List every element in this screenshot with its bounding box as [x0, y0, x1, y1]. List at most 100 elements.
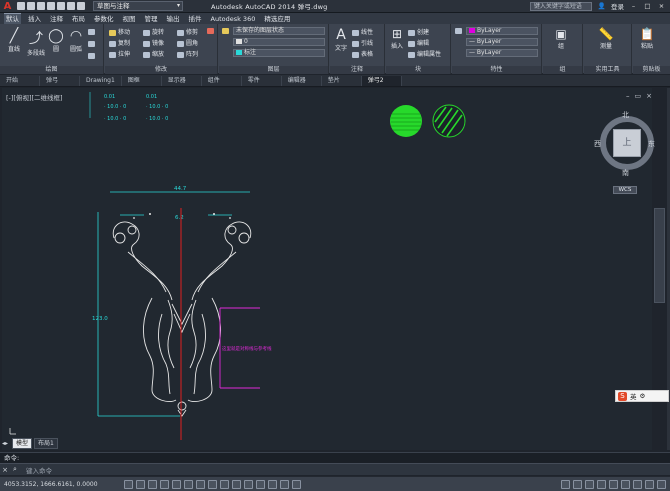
close-button[interactable]: ×: [657, 2, 666, 11]
selection-cycling-icon[interactable]: [280, 479, 289, 489]
modify-panel-label[interactable]: 修改: [105, 66, 217, 74]
copy-button[interactable]: 复制: [109, 38, 130, 47]
hatch-sample-solid[interactable]: [390, 105, 422, 137]
rotate-button[interactable]: 旋转: [143, 27, 164, 36]
stretch-button[interactable]: 拉伸: [109, 49, 130, 58]
edit-block-button[interactable]: 编辑: [408, 38, 429, 47]
clean-screen-icon[interactable]: [657, 479, 666, 489]
group-button[interactable]: ▣ 组: [553, 27, 569, 50]
tab-view[interactable]: 视图: [121, 14, 138, 24]
workspace-select[interactable]: 草图与注释: [93, 1, 183, 11]
arc-button[interactable]: ◠ 圆弧: [66, 28, 86, 53]
paste-button[interactable]: 📋 粘贴: [639, 27, 655, 50]
leader-button[interactable]: 引线: [352, 38, 373, 47]
viewcube-top-face[interactable]: 上: [613, 129, 641, 157]
viewport-restore-button[interactable]: ▭: [635, 92, 642, 100]
undo-icon[interactable]: [67, 2, 75, 10]
tab-model[interactable]: 模型: [12, 437, 33, 449]
file-tab[interactable]: 显示器: [162, 75, 202, 86]
compass-south[interactable]: 南: [622, 168, 629, 178]
tab-layout1[interactable]: 布局1: [34, 437, 58, 449]
linetype-select[interactable]: — ByLayer: [466, 38, 538, 46]
polar-tracking-icon[interactable]: [172, 479, 181, 489]
layer-select[interactable]: 0: [233, 38, 325, 46]
annotation-scale-icon[interactable]: [585, 479, 594, 489]
file-tab[interactable]: 垫片: [322, 75, 362, 86]
autocad-logo-icon[interactable]: A: [2, 1, 13, 12]
tab-layout[interactable]: 布局: [70, 14, 87, 24]
compass-east[interactable]: 东: [648, 139, 655, 149]
erase-icon[interactable]: [207, 27, 216, 34]
login-button[interactable]: 登录: [611, 1, 624, 11]
file-tab[interactable]: Drawing1: [80, 75, 122, 86]
drawing-canvas[interactable]: 0.01 0.01 · 10.0 · 0 · 10.0 · 0 · 10.0 ·…: [2, 88, 652, 450]
layout-nav-arrows[interactable]: ◂▸: [2, 440, 8, 447]
clipboard-panel-label[interactable]: 剪贴板: [633, 66, 670, 74]
trim-button[interactable]: 修剪: [177, 27, 198, 36]
viewcube[interactable]: 上 北 南 东 西: [594, 110, 658, 177]
lock-icon[interactable]: [609, 479, 618, 489]
tab-annotate[interactable]: 注释: [48, 14, 65, 24]
tab-plugins[interactable]: 插件: [187, 14, 204, 24]
file-tab-active[interactable]: 弹弓2: [361, 75, 402, 86]
ime-language[interactable]: 英: [630, 391, 637, 401]
object-snap-tracking-icon[interactable]: [208, 479, 217, 489]
grid-display-icon[interactable]: [148, 479, 157, 489]
customization-icon[interactable]: [645, 479, 654, 489]
utilities-panel-label[interactable]: 实用工具: [584, 66, 631, 74]
saveas-icon[interactable]: [47, 2, 55, 10]
text-button[interactable]: A 文字: [333, 27, 349, 52]
mirror-button[interactable]: 镜像: [143, 38, 164, 47]
redo-icon[interactable]: [77, 2, 85, 10]
current-layer-select[interactable]: 标注: [233, 49, 325, 57]
annotation-monitor-icon[interactable]: [292, 479, 301, 489]
viewport-controls-label[interactable]: [-][俯视][二维线框]: [6, 92, 63, 102]
scale-button[interactable]: 缩放: [143, 49, 164, 58]
create-block-button[interactable]: 创建: [408, 27, 429, 36]
tab-autodesk360[interactable]: Autodesk 360: [209, 14, 258, 24]
layers-panel-label[interactable]: 图层: [219, 66, 328, 74]
new-icon[interactable]: [17, 2, 25, 10]
viewport-close-button[interactable]: ×: [646, 92, 652, 100]
close-command-icon[interactable]: ×: [0, 466, 10, 474]
tab-insert[interactable]: 插入: [26, 14, 43, 24]
command-line[interactable]: × ⌕ 键入命令: [0, 463, 670, 475]
block-panel-label[interactable]: 块: [386, 66, 450, 74]
dimensions[interactable]: [97, 191, 250, 417]
circle-button[interactable]: ◯ 圆: [46, 28, 66, 53]
move-button[interactable]: 移动: [109, 27, 130, 36]
print-icon[interactable]: [57, 2, 65, 10]
isolate-objects-icon[interactable]: [633, 479, 642, 489]
command-search-icon[interactable]: ⌕: [10, 465, 20, 474]
sogou-icon[interactable]: S: [618, 391, 627, 401]
workspace-switch-icon[interactable]: [597, 479, 606, 489]
quick-view-layouts-icon[interactable]: [573, 479, 582, 489]
dim-linear-button[interactable]: 线性: [352, 27, 373, 36]
match-properties-icon[interactable]: [455, 27, 464, 34]
hatch-sample-diagonal[interactable]: [432, 104, 466, 138]
insert-block-button[interactable]: ⊞ 插入: [389, 27, 405, 50]
annotation-panel-label[interactable]: 注释: [330, 66, 384, 74]
minimize-button[interactable]: –: [629, 2, 638, 11]
polyline-button[interactable]: ⤴ 多段线: [26, 28, 46, 57]
dynamic-input-icon[interactable]: [232, 479, 241, 489]
tab-output[interactable]: 输出: [165, 14, 182, 24]
maximize-button[interactable]: □: [643, 2, 652, 11]
properties-panel-label[interactable]: 特性: [452, 66, 541, 74]
snap-mode-icon[interactable]: [136, 479, 145, 489]
search-input[interactable]: 键入关键字或短语: [529, 1, 592, 11]
color-select[interactable]: ByLayer: [466, 27, 538, 35]
compass-north[interactable]: 北: [622, 110, 629, 120]
open-icon[interactable]: [27, 2, 35, 10]
file-tab[interactable]: 编辑器: [282, 75, 322, 86]
command-input[interactable]: 键入命令: [26, 465, 52, 475]
dynamic-ucs-icon[interactable]: [220, 479, 229, 489]
tab-featured-apps[interactable]: 精选应用: [262, 14, 292, 24]
array-button[interactable]: 阵列: [177, 49, 198, 58]
draw-panel-label[interactable]: 绘图: [0, 66, 103, 74]
navigation-bar[interactable]: [654, 208, 665, 303]
fillet-button[interactable]: 圆角: [177, 38, 198, 47]
transparency-icon[interactable]: [256, 479, 265, 489]
coordinates-readout[interactable]: 4053.3152, 1666.6161, 0.0000: [0, 481, 120, 488]
groups-panel-label[interactable]: 组: [543, 66, 582, 74]
